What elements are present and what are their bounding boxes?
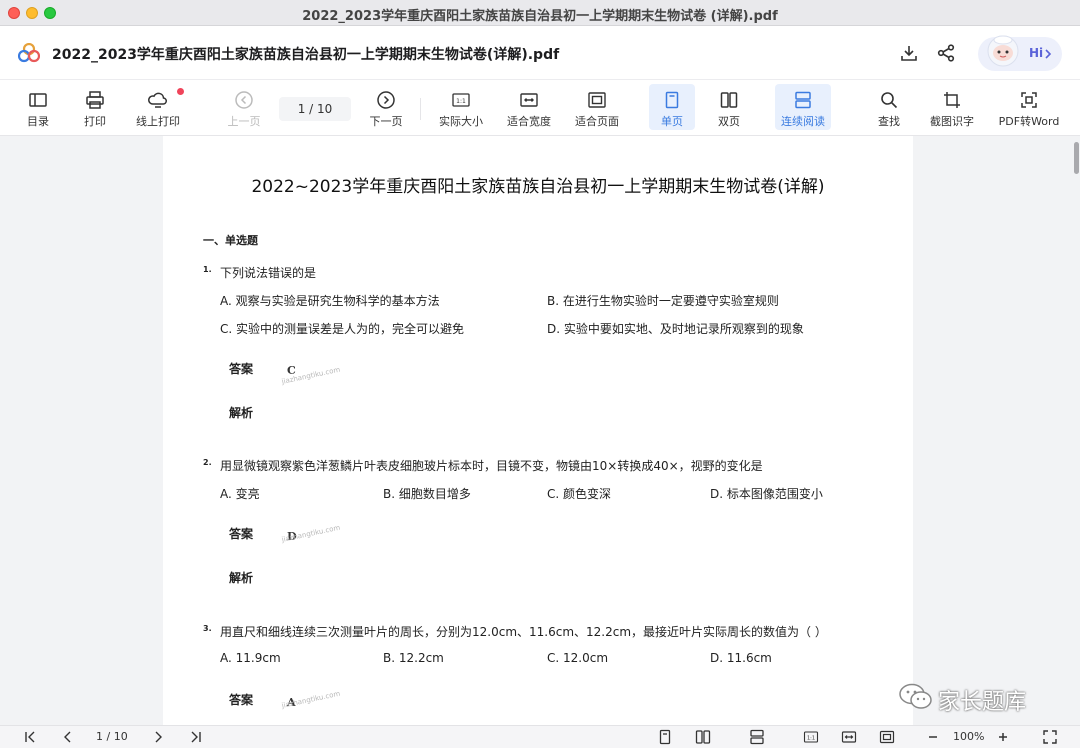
search-icon [881, 92, 898, 109]
single-page-button[interactable]: 单页 [649, 84, 695, 130]
print-button[interactable]: 打印 [77, 84, 113, 130]
fit-page-button[interactable]: 适合页面 [572, 84, 622, 130]
watermark-brand: 家长题库 [938, 690, 1027, 715]
zoom-in-icon[interactable] [995, 729, 1011, 745]
fit-width-icon [520, 93, 538, 107]
toc-button[interactable]: 目录 [20, 84, 56, 130]
chevron-left-circle-icon [235, 91, 253, 109]
option-b: B. 在进行生物实验时一定要遵守实验室规则 [547, 294, 779, 308]
option-d: D. 标本图像范围变小 [710, 487, 823, 501]
window-titlebar: 2022_2023学年重庆酉阳土家族苗族自治县初一上学期期末生物试卷 (详解).… [0, 0, 1080, 26]
question-text: 下列说法错误的是 [220, 266, 317, 280]
assistant-button[interactable]: Hi [978, 35, 1062, 71]
app-logo-icon [18, 43, 40, 63]
question-text: 用显微镜观察紫色洋葱鳞片叶表皮细胞玻片标本时，目镜不变，物镜由10×转换成40×… [220, 459, 763, 473]
toc-icon [29, 93, 47, 107]
watermark-text: jiazhangtiku.com [281, 689, 341, 710]
pdf-page: 2022~2023学年重庆酉阳土家族苗族自治县初一上学期期末生物试卷(详解) 一… [163, 136, 913, 725]
option-c: C. 颜色变深 [547, 487, 612, 501]
actual-size-icon[interactable]: 1:1 [803, 729, 819, 745]
answer-label: 答案 [229, 362, 254, 376]
double-page-view-icon[interactable] [695, 729, 711, 745]
answer-label: 答案 [229, 693, 254, 707]
chevron-right-icon [1045, 49, 1052, 59]
wechat-icon [899, 683, 932, 709]
vertical-scrollbar-thumb[interactable] [1074, 142, 1079, 174]
question-number: 2. [203, 458, 212, 467]
last-page-icon[interactable] [188, 729, 204, 745]
option-b: B. 12.2cm [383, 651, 444, 665]
continuous-scroll-icon [795, 91, 811, 109]
exam-title: 2022~2023学年重庆酉阳土家族苗族自治县初一上学期期末生物试卷(详解) [251, 177, 825, 197]
fit-page-icon [588, 92, 606, 108]
assistant-avatar-icon [987, 35, 1019, 67]
cloud-print-icon [148, 92, 167, 108]
prev-page-button[interactable]: 上一页 [224, 84, 264, 130]
download-icon[interactable] [899, 43, 919, 63]
svg-text:1:1: 1:1 [807, 736, 815, 742]
share-icon[interactable] [936, 43, 956, 63]
toolbar-divider [420, 98, 421, 120]
option-b: B. 细胞数目增多 [383, 487, 471, 501]
zoom-out-icon[interactable] [925, 729, 941, 745]
analysis-label: 解析 [229, 406, 254, 420]
toolbar: 目录 打印 线上打印 上一页 1 / 10 下一页 1:1 实际大小 适合宽度 … [0, 80, 1080, 136]
watermark-text: jiazhangtiku.com [281, 523, 341, 544]
question-number: 3. [203, 624, 212, 633]
window-title: 2022_2023学年重庆酉阳土家族苗族自治县初一上学期期末生物试卷 (详解).… [302, 9, 778, 24]
actual-size-icon: 1:1 [452, 93, 470, 107]
prev-page-icon[interactable] [60, 729, 76, 745]
next-page-icon[interactable] [150, 729, 166, 745]
chevron-right-circle-icon [377, 91, 395, 109]
double-page-button[interactable]: 双页 [708, 84, 750, 130]
page-number-input[interactable]: 1 / 10 [279, 97, 351, 121]
svg-text:1:1: 1:1 [456, 98, 466, 105]
screenshot-ocr-button[interactable]: 截图识字 [926, 84, 978, 130]
online-print-button[interactable]: 线上打印 [130, 84, 186, 130]
fit-width-icon[interactable] [841, 729, 857, 745]
status-bar: 1 / 10 1:1 100% [0, 725, 1080, 748]
continuous-view-icon[interactable] [749, 729, 765, 745]
option-d: D. 实验中要如实地、及时地记录所观察到的现象 [547, 322, 804, 336]
status-page-indicator[interactable]: 1 / 10 [96, 730, 128, 743]
next-page-button[interactable]: 下一页 [365, 84, 407, 130]
section-heading: 一、单选题 [203, 234, 258, 247]
assistant-label: Hi [1029, 46, 1044, 60]
zoom-level[interactable]: 100% [953, 730, 984, 743]
answer-label: 答案 [229, 527, 254, 541]
document-viewport[interactable]: 2022~2023学年重庆酉阳土家族苗族自治县初一上学期期末生物试卷(详解) 一… [0, 136, 1080, 725]
fullscreen-icon[interactable] [1042, 729, 1058, 745]
analysis-label: 解析 [229, 571, 254, 585]
actual-size-button[interactable]: 1:1 实际大小 [436, 84, 486, 130]
crop-icon [944, 92, 960, 108]
option-c: C. 12.0cm [547, 651, 609, 665]
notification-dot [177, 88, 184, 95]
pdf-to-word-button[interactable]: PDF转Word [996, 84, 1062, 130]
single-page-icon [665, 91, 679, 109]
first-page-icon[interactable] [22, 729, 38, 745]
document-title: 2022_2023学年重庆酉阳土家族苗族自治县初一上学期期末生物试卷(详解).p… [52, 47, 560, 63]
question-number: 1. [203, 265, 212, 274]
fit-page-icon[interactable] [879, 729, 895, 745]
continuous-reading-button[interactable]: 连续阅读 [775, 84, 831, 130]
app-header: 2022_2023学年重庆酉阳土家族苗族自治县初一上学期期末生物试卷(详解).p… [0, 26, 1080, 80]
search-button[interactable]: 查找 [872, 84, 906, 130]
double-page-icon [720, 92, 738, 108]
option-a: A. 观察与实验是研究生物科学的基本方法 [220, 294, 440, 308]
convert-icon [1021, 92, 1037, 108]
option-a: A. 变亮 [220, 487, 260, 501]
option-c: C. 实验中的测量误差是人为的，完全可以避免 [220, 322, 465, 336]
single-page-view-icon[interactable] [657, 729, 673, 745]
fit-width-button[interactable]: 适合宽度 [504, 84, 554, 130]
question-text: 用直尺和细线连续三次测量叶片的周长，分别为12.0cm、11.6cm、12.2c… [220, 625, 827, 639]
printer-icon [86, 91, 104, 109]
option-a: A. 11.9cm [220, 651, 281, 665]
option-d: D. 11.6cm [710, 651, 772, 665]
